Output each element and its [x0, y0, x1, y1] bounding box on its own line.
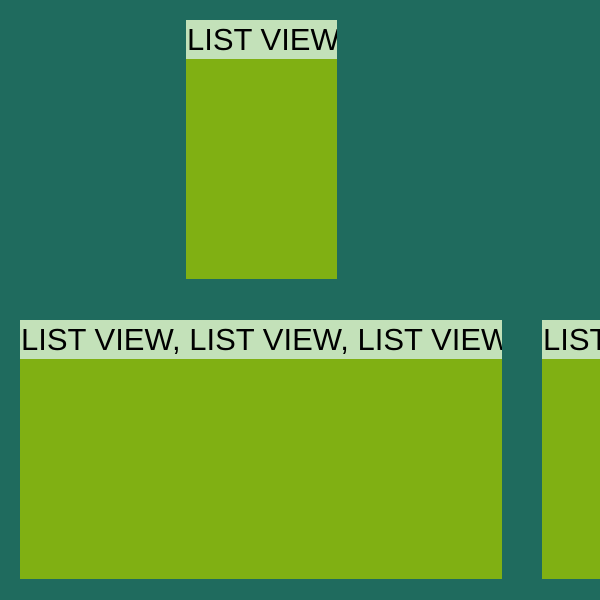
list-view-header: LIST VIEW: [186, 20, 337, 59]
list-view-panel-bottom-left[interactable]: LIST VIEW, LIST VIEW, LIST VIEW: [20, 320, 502, 579]
list-view-header: LIST VIEW: [542, 320, 600, 359]
app-canvas: LIST VIEW LIST VIEW, LIST VIEW, LIST VIE…: [0, 0, 600, 600]
list-view-panel-top[interactable]: LIST VIEW: [186, 20, 337, 279]
list-view-header: LIST VIEW, LIST VIEW, LIST VIEW: [20, 320, 502, 359]
list-view-panel-bottom-right[interactable]: LIST VIEW: [542, 320, 600, 579]
